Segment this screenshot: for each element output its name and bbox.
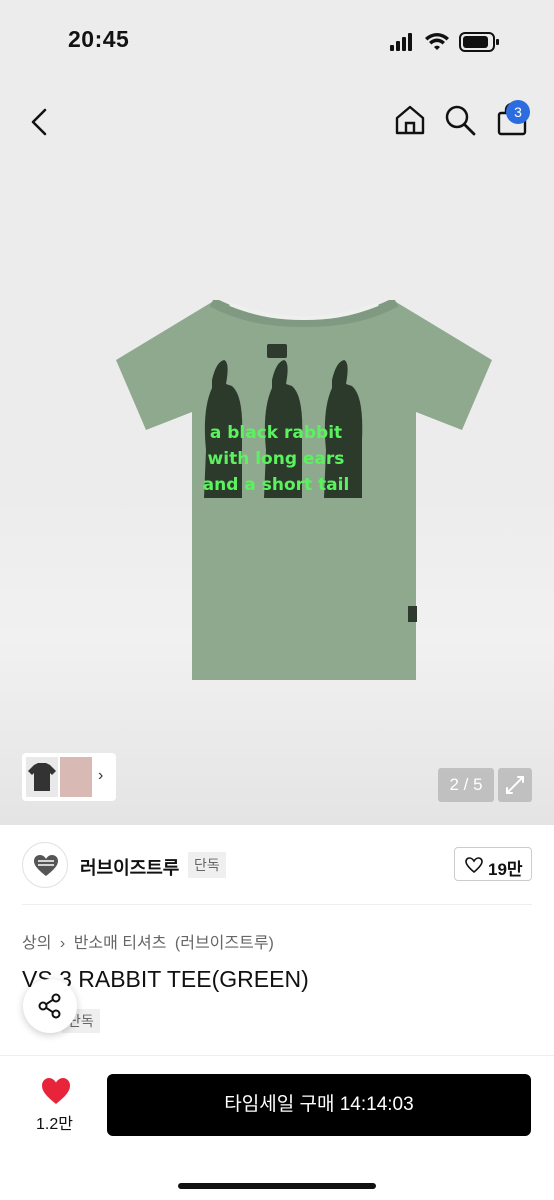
battery-icon bbox=[459, 32, 499, 52]
brand-logo[interactable] bbox=[22, 842, 68, 888]
share-button[interactable] bbox=[23, 979, 77, 1033]
signal-icon bbox=[390, 33, 412, 51]
breadcrumb: 상의 › 반소매 티셔츠 (러브이즈트루) bbox=[22, 929, 278, 953]
print-line-1: a black rabbit bbox=[209, 423, 343, 443]
heart-outline-icon bbox=[465, 857, 483, 874]
breadcrumb-category[interactable]: 상의 bbox=[22, 935, 51, 952]
status-icons bbox=[390, 32, 499, 52]
brand-exclusive-badge: 단독 bbox=[188, 852, 226, 878]
back-icon[interactable] bbox=[22, 104, 58, 140]
thumbnail-2[interactable] bbox=[60, 757, 92, 797]
cart-count-badge: 3 bbox=[506, 100, 530, 124]
wifi-icon bbox=[425, 33, 449, 50]
brand-like-count: 19만 bbox=[488, 860, 523, 879]
share-icon bbox=[38, 993, 61, 1019]
chevron-right-icon[interactable]: › bbox=[98, 767, 103, 785]
search-icon[interactable] bbox=[440, 100, 480, 140]
product-image-area[interactable]: 3 a black rabbit with long ears and a sh… bbox=[0, 80, 554, 825]
print-line-3: and a short tail bbox=[202, 475, 350, 495]
wish-count: 1.2만 bbox=[36, 1116, 73, 1133]
purchase-bar: 1.2만 타임세일 구매 14:14:03 bbox=[0, 1055, 554, 1200]
heart-filled-icon[interactable] bbox=[40, 1076, 72, 1106]
image-page-counter: 2 / 5 bbox=[438, 768, 494, 802]
home-icon[interactable] bbox=[390, 100, 430, 140]
section-divider bbox=[22, 904, 532, 905]
brand-name[interactable]: 러브이즈트루 bbox=[80, 854, 179, 880]
home-indicator[interactable] bbox=[178, 1183, 376, 1189]
heart-logo-icon bbox=[34, 855, 58, 876]
thumbnail-strip[interactable]: › bbox=[22, 753, 116, 801]
timesale-buy-button[interactable]: 타임세일 구매 14:14:03 bbox=[107, 1074, 531, 1136]
status-bar: 20:45 bbox=[0, 0, 554, 80]
thumbnail-1[interactable] bbox=[26, 757, 58, 797]
print-line-2: with long ears bbox=[207, 449, 345, 469]
tshirt-print-text: a black rabbit with long ears and a shor… bbox=[190, 420, 362, 498]
breadcrumb-separator: › bbox=[59, 935, 66, 952]
expand-icon[interactable] bbox=[498, 768, 532, 802]
brand-row: 러브이즈트루 단독 19만 bbox=[0, 838, 554, 898]
brand-like-button[interactable]: 19만 bbox=[454, 847, 532, 881]
breadcrumb-subcategory[interactable]: 반소매 티셔츠 bbox=[74, 935, 167, 952]
breadcrumb-brand[interactable]: (러브이즈트루) bbox=[175, 935, 274, 952]
thumbnail-tshirt-icon bbox=[28, 763, 56, 791]
status-time: 20:45 bbox=[68, 26, 130, 52]
